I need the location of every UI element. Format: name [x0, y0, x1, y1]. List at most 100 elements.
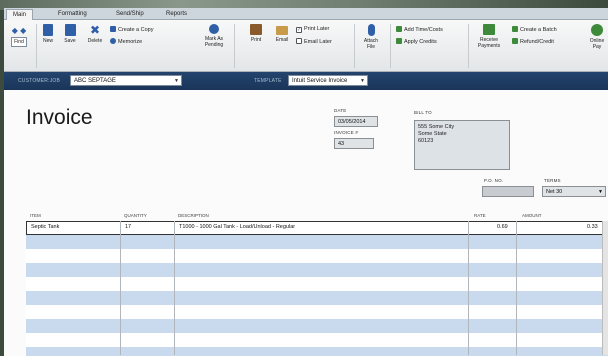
tab-send-ship[interactable]: Send/Ship	[110, 9, 150, 20]
date-label: DATE	[334, 108, 347, 113]
table-row[interactable]	[26, 235, 608, 249]
table-row[interactable]	[26, 347, 608, 356]
attach-file-button[interactable]: Attach File	[360, 24, 382, 50]
online-pay-button[interactable]: Online Pay	[586, 24, 608, 50]
payment-icon	[483, 24, 495, 35]
email-button[interactable]: Email	[272, 24, 292, 43]
amount-cell[interactable]: 0.33	[587, 224, 598, 230]
invoice-window: Main Formatting Send/Ship Reports ◆ ◆ Fi…	[4, 8, 608, 356]
create-batch-button[interactable]: Create a Batch	[512, 26, 557, 34]
table-row[interactable]	[26, 277, 608, 291]
refund-icon	[512, 38, 518, 44]
disk-icon	[64, 24, 76, 36]
bill-to-line: Some State	[418, 131, 447, 137]
table-row[interactable]	[26, 319, 608, 333]
tab-main[interactable]: Main	[6, 9, 34, 20]
customer-job-value: ABC SEPTAGE	[74, 78, 116, 84]
table-row[interactable]	[26, 305, 608, 319]
ribbon-tabs: Main Formatting Send/Ship Reports	[4, 8, 608, 20]
memorize-button[interactable]: Memorize	[110, 38, 142, 46]
terms-select[interactable]: Net 30 ▼	[542, 186, 606, 197]
table-row[interactable]	[26, 333, 608, 347]
item-cell[interactable]: Septic Tank	[31, 224, 59, 230]
bill-to-line: 60123	[418, 138, 434, 144]
delete-button[interactable]: ✖ Delete	[84, 24, 106, 44]
customer-bar: CUSTOMER:JOB ABC SEPTAGE ▼ TEMPLATE Intu…	[4, 72, 608, 90]
tab-reports[interactable]: Reports	[160, 9, 193, 20]
description-cell[interactable]: T1000 - 1000 Gal Tank - Load/Unload - Re…	[179, 224, 295, 230]
find-button[interactable]: ◆ ◆ Find	[8, 26, 30, 47]
template-label: TEMPLATE	[254, 78, 282, 84]
new-button[interactable]: New	[38, 24, 58, 44]
date-value: 03/05/2014	[338, 119, 366, 125]
quantity-cell[interactable]: 17	[125, 224, 131, 230]
line-items-table: ITEM QUANTITY DESCRIPTION RATE AMOUNT Se…	[26, 212, 608, 356]
column-divider	[120, 221, 121, 355]
memorize-label: Memorize	[118, 39, 143, 45]
print-button[interactable]: Print	[246, 24, 266, 43]
date-field[interactable]: 03/05/2014	[334, 116, 378, 127]
table-header: ITEM QUANTITY DESCRIPTION RATE AMOUNT	[26, 212, 608, 220]
table-scrollbar[interactable]	[602, 221, 608, 355]
column-divider	[516, 221, 517, 355]
create-copy-button[interactable]: Create a Copy	[110, 26, 153, 34]
column-header-amount: AMOUNT	[522, 213, 542, 218]
credits-icon	[396, 38, 402, 44]
find-label: Find	[11, 37, 27, 47]
template-value: Intuit Service Invoice	[292, 78, 348, 84]
batch-icon	[512, 26, 518, 32]
paperclip-icon	[367, 24, 375, 36]
time-costs-icon	[396, 26, 402, 32]
invoice-number-value: 43	[338, 141, 345, 147]
online-pay-label: Online Pay	[589, 38, 605, 50]
chevron-down-icon: ▼	[174, 78, 179, 84]
quickbooks-invoice-window: { "tabs": ["Main", "Formatting", "Send/S…	[0, 0, 608, 356]
add-time-costs-label: Add Time/Costs	[404, 27, 443, 33]
template-select[interactable]: Intuit Service Invoice ▼	[288, 75, 368, 86]
column-header-quantity: QUANTITY	[124, 213, 147, 218]
add-time-costs-button[interactable]: Add Time/Costs	[396, 26, 443, 34]
checkbox-checked-icon: ✓	[296, 27, 302, 33]
copy-icon	[110, 26, 116, 32]
invoice-form: Invoice DATE 03/05/2014 INVOICE # 43 BIL…	[4, 90, 608, 356]
online-pay-icon	[591, 24, 603, 36]
printer-icon	[250, 24, 262, 35]
column-divider	[468, 221, 469, 355]
save-button[interactable]: Save	[60, 24, 80, 44]
bill-to-line: 555 Some City	[418, 124, 455, 130]
new-label: New	[42, 38, 53, 44]
print-later-label: Print Later	[304, 26, 330, 32]
email-later-checkbox[interactable]: Email Later	[296, 38, 332, 46]
po-number-label: P.O. NO.	[484, 178, 504, 183]
table-row[interactable]	[26, 291, 608, 305]
table-row[interactable]	[26, 263, 608, 277]
customer-job-select[interactable]: ABC SEPTAGE ▼	[70, 75, 182, 86]
table-row[interactable]	[26, 249, 608, 263]
page-title: Invoice	[26, 106, 93, 129]
receive-payments-button[interactable]: Receive Payments	[472, 24, 506, 49]
bill-to-label: BILL TO	[414, 110, 432, 115]
print-later-checkbox[interactable]: ✓ Print Later	[296, 26, 329, 33]
mark-pending-button[interactable]: Mark As Pending	[200, 24, 228, 48]
receive-payments-label: Receive Payments	[477, 37, 501, 49]
po-number-field[interactable]	[482, 186, 534, 197]
apply-credits-label: Apply Credits	[404, 39, 437, 45]
save-label: Save	[64, 38, 76, 44]
apply-credits-button[interactable]: Apply Credits	[396, 38, 437, 46]
invoice-number-field[interactable]: 43	[334, 138, 374, 149]
pending-icon	[209, 24, 219, 34]
attach-file-label: Attach File	[363, 38, 379, 50]
refund-credit-label: Refund/Credit	[520, 39, 554, 45]
tab-formatting[interactable]: Formatting	[52, 9, 93, 20]
column-divider	[174, 221, 175, 355]
new-document-icon	[43, 24, 53, 36]
checkbox-empty-icon	[296, 38, 302, 44]
table-row[interactable]: Septic Tank 17 T1000 - 1000 Gal Tank - L…	[26, 221, 608, 235]
bill-to-field[interactable]: 555 Some City Some State 60123	[414, 120, 510, 170]
memorize-icon	[110, 38, 116, 44]
customer-job-label: CUSTOMER:JOB	[18, 78, 61, 84]
delete-x-icon: ✖	[89, 23, 101, 37]
rate-cell[interactable]: 0.69	[497, 224, 508, 230]
create-batch-label: Create a Batch	[520, 27, 557, 33]
refund-credit-button[interactable]: Refund/Credit	[512, 38, 554, 46]
